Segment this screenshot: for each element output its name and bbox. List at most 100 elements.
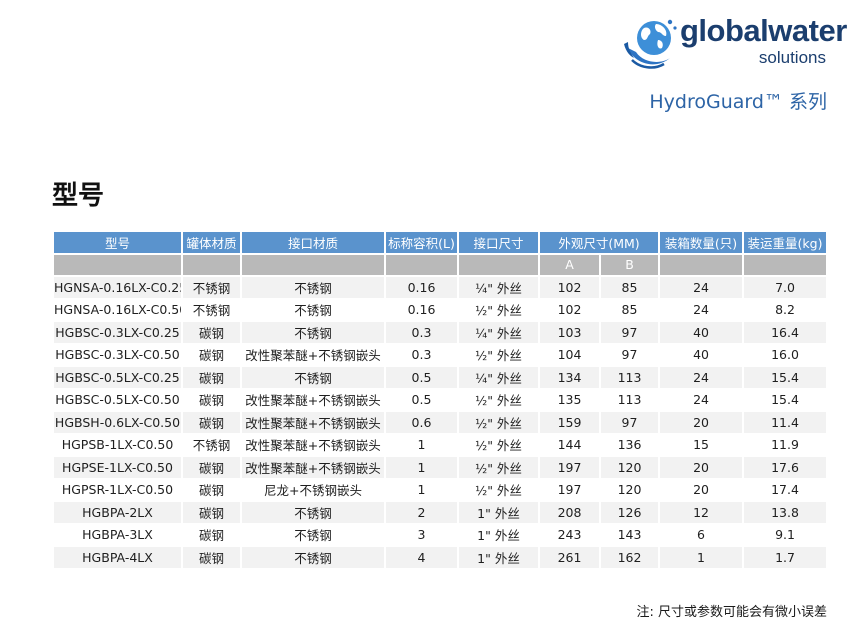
cell-connection-size: ¼" 外丝 [459, 277, 538, 298]
series-title: HydroGuard™ 系列 [649, 91, 827, 113]
cell-connection-size: 1" 外丝 [459, 502, 538, 523]
cell-dim-b: 113 [601, 389, 659, 410]
cell-dim-b: 85 [601, 277, 659, 298]
cell-connection-material: 不锈钢 [242, 547, 384, 568]
cell-connection-material: 改性聚苯醚+不锈钢嵌头 [242, 344, 384, 365]
cell-dim-b: 97 [601, 344, 659, 365]
cell-tank-material: 碳钢 [183, 479, 240, 500]
cell-tank-material: 碳钢 [183, 344, 240, 365]
table-header-row: 型号 罐体材质 接口材质 标称容积(L) 接口尺寸 外观尺寸(MM) 装箱数量(… [54, 232, 827, 253]
page-title: 型号 [52, 181, 105, 211]
cell-dim-b: 97 [601, 322, 659, 343]
col-header-box-quantity: 装箱数量(只) [660, 232, 743, 253]
cell-volume: 0.3 [386, 344, 457, 365]
cell-connection-material: 不锈钢 [242, 299, 384, 320]
col-header-model: 型号 [54, 232, 181, 253]
table-row: HGBSC-0.5LX-C0.50 碳钢 改性聚苯醚+不锈钢嵌头 0.5 ½" 外丝 13… [54, 389, 827, 410]
cell-shipping-weight: 1.7 [744, 547, 827, 568]
cell-dim-a: 134 [540, 367, 599, 388]
cell-model: HGBSC-0.3LX-C0.25 [54, 322, 181, 343]
table-row: HGBPA-4LX 碳钢 不锈钢 4 1" 外丝 261 162 1 1.7 [54, 547, 827, 568]
cell-connection-material: 改性聚苯醚+不锈钢嵌头 [242, 434, 384, 455]
cell-box-quantity: 6 [660, 524, 743, 545]
cell-box-quantity: 24 [660, 367, 743, 388]
cell-shipping-weight: 11.4 [744, 412, 827, 433]
cell-model: HGPSE-1LX-C0.50 [54, 457, 181, 478]
cell-volume: 1 [386, 479, 457, 500]
cell-connection-size: ½" 外丝 [459, 479, 538, 500]
subheader-empty [459, 254, 538, 275]
cell-dim-b: 113 [601, 367, 659, 388]
cell-box-quantity: 24 [660, 277, 743, 298]
table-row: HGBSC-0.5LX-C0.25 碳钢 不锈钢 0.5 ¼" 外丝 134 113 24 15… [54, 367, 827, 388]
cell-connection-size: 1" 外丝 [459, 547, 538, 568]
cell-dim-b: 97 [601, 412, 659, 433]
cell-box-quantity: 20 [660, 457, 743, 478]
cell-dim-a: 208 [540, 502, 599, 523]
table-row: HGBSC-0.3LX-C0.25 碳钢 不锈钢 0.3 ¼" 外丝 103 97 40 16.… [54, 322, 827, 343]
cell-volume: 1 [386, 457, 457, 478]
cell-connection-material: 改性聚苯醚+不锈钢嵌头 [242, 389, 384, 410]
cell-model: HGBPA-3LX [54, 524, 181, 545]
globe-water-splash-icon [624, 19, 677, 69]
col-header-connection-size: 接口尺寸 [459, 232, 538, 253]
cell-dim-b: 136 [601, 434, 659, 455]
cell-model: HGNSA-0.16LX-C0.25 [54, 277, 181, 298]
cell-volume: 0.5 [386, 367, 457, 388]
cell-tank-material: 碳钢 [183, 389, 240, 410]
table-row: HGPSR-1LX-C0.50 碳钢 尼龙+不锈钢嵌头 1 ½" 外丝 197 120 20 1… [54, 479, 827, 500]
cell-shipping-weight: 17.6 [744, 457, 827, 478]
col-header-connection-material: 接口材质 [242, 232, 384, 253]
cell-connection-material: 不锈钢 [242, 277, 384, 298]
cell-dim-a: 197 [540, 479, 599, 500]
cell-connection-size: ½" 外丝 [459, 412, 538, 433]
cell-model: HGBPA-2LX [54, 502, 181, 523]
col-header-nominal-volume: 标称容积(L) [386, 232, 457, 253]
cell-box-quantity: 1 [660, 547, 743, 568]
cell-shipping-weight: 13.8 [744, 502, 827, 523]
cell-model: HGBSC-0.5LX-C0.50 [54, 389, 181, 410]
cell-tank-material: 碳钢 [183, 502, 240, 523]
cell-volume: 0.5 [386, 389, 457, 410]
cell-connection-size: ½" 外丝 [459, 344, 538, 365]
cell-box-quantity: 40 [660, 322, 743, 343]
brand-subtitle: solutions [758, 48, 826, 67]
table-row: HGBPA-3LX 碳钢 不锈钢 3 1" 外丝 243 143 6 9.1 [54, 524, 827, 545]
cell-volume: 3 [386, 524, 457, 545]
cell-dim-a: 159 [540, 412, 599, 433]
subheader-empty [660, 254, 743, 275]
cell-tank-material: 碳钢 [183, 412, 240, 433]
cell-dim-a: 135 [540, 389, 599, 410]
cell-shipping-weight: 16.4 [744, 322, 827, 343]
cell-tank-material: 碳钢 [183, 547, 240, 568]
cell-connection-size: ¼" 外丝 [459, 322, 538, 343]
table-row: HGNSA-0.16LX-C0.25 不锈钢 不锈钢 0.16 ¼" 外丝 102 85 24… [54, 277, 827, 298]
cell-tank-material: 不锈钢 [183, 434, 240, 455]
cell-model: HGBPA-4LX [54, 547, 181, 568]
cell-dim-a: 243 [540, 524, 599, 545]
models-table: 型号 罐体材质 接口材质 标称容积(L) 接口尺寸 外观尺寸(MM) 装箱数量(… [52, 230, 828, 570]
cell-box-quantity: 40 [660, 344, 743, 365]
subheader-empty [386, 254, 457, 275]
brand-name: globalwater [680, 13, 847, 48]
cell-model: HGNSA-0.16LX-C0.50 [54, 299, 181, 320]
cell-connection-size: ½" 外丝 [459, 389, 538, 410]
cell-volume: 0.16 [386, 299, 457, 320]
cell-shipping-weight: 9.1 [744, 524, 827, 545]
cell-box-quantity: 20 [660, 479, 743, 500]
cell-connection-material: 不锈钢 [242, 524, 384, 545]
cell-volume: 1 [386, 434, 457, 455]
cell-shipping-weight: 15.4 [744, 367, 827, 388]
cell-connection-material: 改性聚苯醚+不锈钢嵌头 [242, 412, 384, 433]
cell-tank-material: 不锈钢 [183, 299, 240, 320]
cell-tank-material: 不锈钢 [183, 277, 240, 298]
cell-tank-material: 碳钢 [183, 367, 240, 388]
cell-connection-size: 1" 外丝 [459, 524, 538, 545]
cell-connection-size: ½" 外丝 [459, 457, 538, 478]
cell-box-quantity: 24 [660, 299, 743, 320]
cell-dim-b: 126 [601, 502, 659, 523]
cell-shipping-weight: 17.4 [744, 479, 827, 500]
cell-dim-a: 104 [540, 344, 599, 365]
cell-model: HGPSR-1LX-C0.50 [54, 479, 181, 500]
col-header-shipping-weight: 装运重量(kg) [744, 232, 827, 253]
